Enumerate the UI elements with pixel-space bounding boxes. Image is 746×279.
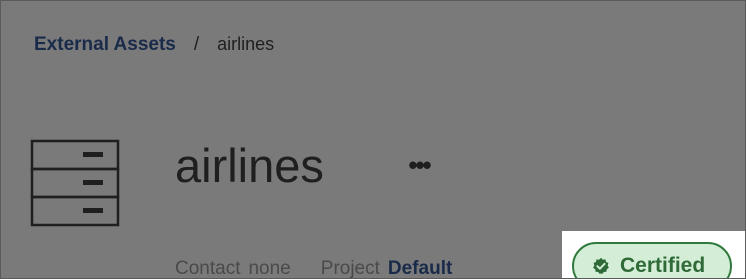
certified-badge[interactable]: Certified bbox=[572, 242, 732, 278]
page-overlay: External Assets / airlines airlines ••• … bbox=[0, 0, 746, 279]
more-actions-button[interactable]: ••• bbox=[401, 145, 437, 185]
page-title: airlines bbox=[175, 139, 324, 192]
asset-metadata: Contact none Project Default bbox=[175, 258, 452, 279]
project-label: Project bbox=[320, 258, 380, 279]
breadcrumb-link-external-assets[interactable]: External Assets bbox=[34, 34, 176, 56]
contact-label: Contact bbox=[175, 258, 241, 279]
datasource-icon bbox=[30, 139, 120, 227]
project-link[interactable]: Default bbox=[388, 258, 452, 278]
check-badge-icon bbox=[593, 257, 609, 274]
breadcrumb-current: airlines bbox=[217, 34, 275, 54]
certified-label: Certified bbox=[620, 254, 706, 277]
contact-value: none bbox=[248, 258, 291, 279]
breadcrumb: External Assets / airlines bbox=[34, 34, 274, 56]
breadcrumb-separator: / bbox=[193, 34, 200, 55]
